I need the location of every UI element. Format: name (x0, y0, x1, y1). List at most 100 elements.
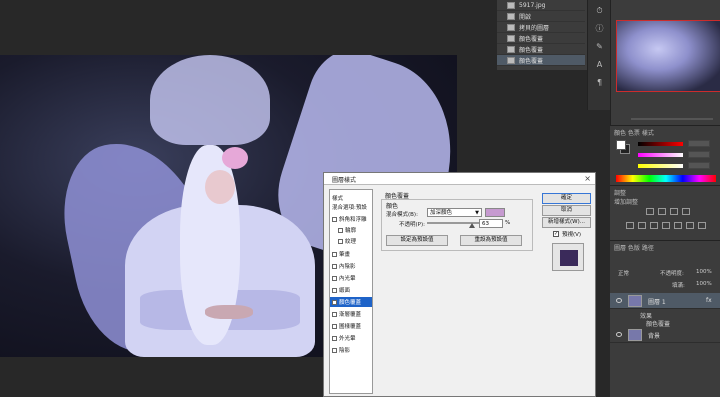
style-item-texture[interactable]: 紋理 (338, 236, 378, 246)
navigator-zoom-slider[interactable] (631, 118, 713, 120)
vibrance-icon[interactable] (626, 222, 634, 229)
curves-icon[interactable] (670, 208, 678, 215)
ok-button[interactable]: 確定 (542, 193, 591, 204)
document-icon (507, 1, 515, 9)
history-item[interactable]: 拷貝的圖層 (497, 22, 585, 33)
channel-mixer-icon[interactable] (686, 222, 694, 229)
history-snapshot[interactable]: 5917.jpg (497, 0, 585, 11)
navigator-panel (610, 0, 720, 125)
layer-row[interactable]: 圖層 1 fx (610, 293, 720, 309)
style-item-pattern-overlay[interactable]: 圖樣覆蓋 (332, 321, 372, 331)
dialog-title-bar[interactable]: 圖層樣式 × (324, 173, 595, 185)
layer-fx-badge[interactable]: fx (706, 297, 712, 304)
style-item-satin[interactable]: 緞面 (332, 285, 372, 295)
overlay-color-swatch[interactable] (485, 208, 505, 217)
blend-mode-value: 加深顏色 (430, 210, 453, 216)
visibility-eye-icon[interactable] (616, 332, 622, 337)
history-item-label: 拷貝的圖層 (519, 24, 550, 32)
opacity-input[interactable]: 63 (479, 219, 503, 228)
style-checkbox[interactable] (332, 275, 337, 281)
history-item-active[interactable]: 顏色覆蓋 (497, 55, 585, 66)
style-checkbox[interactable] (332, 287, 337, 293)
style-item-drop-shadow[interactable]: 陰影 (332, 345, 372, 355)
blend-mode-label: 混合模式(B): (386, 212, 418, 218)
green-channel-slider[interactable] (638, 153, 683, 157)
brightness-contrast-icon[interactable] (646, 208, 654, 215)
style-item-label: 輪廓 (345, 228, 357, 234)
style-checkbox[interactable] (338, 238, 343, 244)
preview-checkbox[interactable]: ✓ 預視(V) (553, 230, 581, 238)
hue-saturation-icon[interactable] (638, 222, 646, 229)
style-checkbox[interactable] (332, 263, 337, 269)
new-style-button[interactable]: 新增樣式(W)... (542, 217, 591, 228)
panel-icon-strip: ⏱ ⓘ ✎ A ¶ (587, 0, 610, 110)
layers-panel-tabs[interactable]: 圖層 色版 路徑 (614, 243, 654, 252)
levels-icon[interactable] (658, 208, 666, 215)
style-item-color-overlay[interactable]: 顏色覆蓋 (330, 297, 372, 307)
style-checkbox-checked[interactable] (332, 299, 337, 305)
history-panel-icon[interactable]: ⏱ (594, 6, 605, 15)
history-item-label: 顏色覆蓋 (519, 57, 544, 65)
layers-panel: 圖層 色版 路徑 正常 不透明度: 100% 填滿: 100% 圖層 1 fx … (610, 240, 720, 397)
character-panel-icon[interactable]: A (594, 60, 605, 69)
style-item-contour[interactable]: 輪廓 (338, 225, 378, 235)
red-channel-value[interactable] (688, 140, 710, 147)
info-panel-icon[interactable]: ⓘ (594, 24, 605, 33)
blend-mode-select[interactable]: 加深顏色 ▼ (427, 208, 482, 217)
history-item[interactable]: 開啟 (497, 11, 585, 22)
color-panel-tabs[interactable]: 顏色 色票 樣式 (614, 128, 654, 137)
close-icon[interactable]: × (584, 174, 591, 183)
layer-fill-value[interactable]: 100% (696, 281, 712, 287)
foreground-color-swatch[interactable] (616, 140, 626, 150)
preview-label: 預視(V) (562, 232, 582, 238)
layer-style-dialog: 圖層樣式 × 樣式 混合選項:預設 斜角和浮雕 輪廓 紋理 筆畫 內陰影 內光暈… (323, 172, 596, 397)
brush-panel-icon[interactable]: ✎ (594, 42, 605, 51)
style-item-stroke[interactable]: 筆畫 (332, 249, 372, 259)
exposure-icon[interactable] (682, 208, 690, 215)
check-icon: ✓ (553, 231, 559, 237)
color-spectrum-bar[interactable] (616, 175, 716, 182)
style-item-outer-glow[interactable]: 外光暈 (332, 333, 372, 343)
style-checkbox[interactable] (332, 347, 337, 353)
opacity-label: 不透明(P): (399, 222, 425, 228)
red-channel-slider[interactable] (638, 142, 683, 146)
style-item-label: 斜角和浮雕 (339, 217, 367, 223)
blue-channel-value[interactable] (688, 162, 710, 169)
layer-blend-mode[interactable]: 正常 (618, 269, 629, 277)
style-item-gradient-overlay[interactable]: 漸層覆蓋 (332, 309, 372, 319)
style-checkbox[interactable] (332, 323, 337, 329)
style-checkbox[interactable] (332, 311, 337, 317)
visibility-eye-icon[interactable] (616, 298, 622, 303)
reset-default-button[interactable]: 重設為預設值 (460, 235, 522, 246)
style-checkbox[interactable] (338, 227, 343, 233)
navigator-thumbnail[interactable] (616, 20, 720, 92)
history-step-icon (507, 12, 515, 20)
style-checkbox[interactable] (332, 335, 337, 341)
layer-row[interactable]: 背景 (610, 327, 720, 343)
photo-filter-icon[interactable] (674, 222, 682, 229)
history-item-label: 顏色覆蓋 (519, 35, 544, 43)
style-item-inner-glow[interactable]: 內光暈 (332, 273, 372, 283)
cancel-button[interactable]: 取消 (542, 205, 591, 216)
history-item[interactable]: 顏色覆蓋 (497, 44, 585, 55)
opacity-slider-handle[interactable] (469, 223, 476, 228)
history-item[interactable]: 顏色覆蓋 (497, 33, 585, 44)
history-step-icon (507, 34, 515, 42)
style-item-label: 漸層覆蓋 (339, 312, 362, 318)
black-white-icon[interactable] (662, 222, 670, 229)
paragraph-panel-icon[interactable]: ¶ (594, 78, 605, 87)
style-checkbox[interactable] (332, 216, 337, 222)
blue-channel-slider[interactable] (638, 164, 683, 168)
style-item-blending-options[interactable]: 混合選項:預設 (332, 202, 372, 212)
color-lookup-icon[interactable] (698, 222, 706, 229)
make-default-button[interactable]: 設定為預設值 (386, 235, 448, 246)
layer-opacity-value[interactable]: 100% (696, 269, 712, 275)
style-item-bevel-emboss[interactable]: 斜角和浮雕 (332, 214, 372, 224)
history-step-icon (507, 45, 515, 53)
green-channel-value[interactable] (688, 151, 710, 158)
style-checkbox[interactable] (332, 251, 337, 257)
style-item-inner-shadow[interactable]: 內陰影 (332, 261, 372, 271)
color-balance-icon[interactable] (650, 222, 658, 229)
style-item-label: 陰影 (339, 348, 351, 354)
layer-name: 圖層 1 (648, 299, 666, 306)
